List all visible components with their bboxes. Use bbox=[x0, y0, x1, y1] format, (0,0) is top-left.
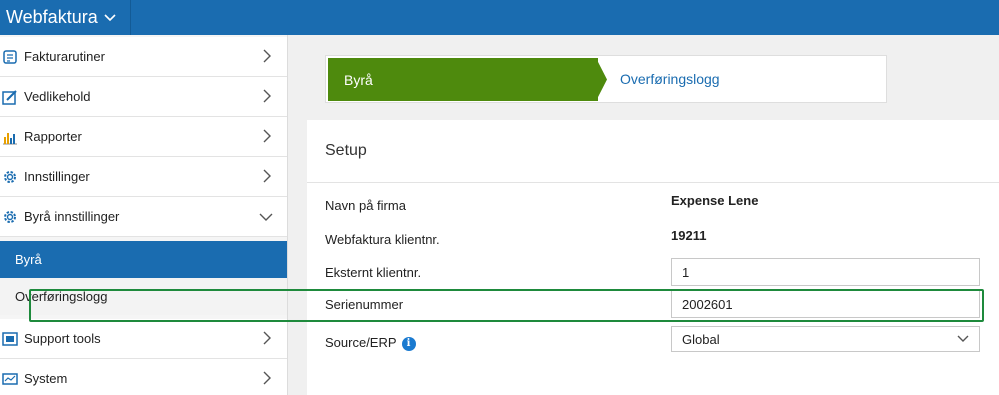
top-bar: Webfaktura bbox=[0, 0, 999, 35]
sidebar-item-label: System bbox=[24, 371, 68, 386]
panel-title: Setup bbox=[325, 142, 367, 159]
sidebar-item-byra-innstillinger[interactable]: Byrå innstillinger bbox=[0, 197, 287, 237]
chevron-down-icon bbox=[957, 335, 969, 342]
invoice-icon bbox=[2, 49, 18, 65]
label-klientnr: Webfaktura klientnr. bbox=[325, 232, 440, 247]
gear-icon bbox=[2, 209, 18, 225]
sidebar: Fakturarutiner Vedlikehold Rapporter Inn… bbox=[0, 35, 288, 395]
chevron-right-icon bbox=[263, 49, 271, 63]
chevron-right-icon bbox=[263, 169, 271, 183]
value-firma: Expense Lene bbox=[671, 193, 759, 208]
wizard-step-label: Byrå bbox=[344, 71, 373, 88]
sidebar-item-label: Vedlikehold bbox=[24, 89, 91, 104]
sidebar-item-support-tools[interactable]: Support tools bbox=[0, 319, 287, 359]
sidebar-item-label: Byrå innstillinger bbox=[24, 209, 120, 224]
app-title: Webfaktura bbox=[6, 7, 98, 27]
chevron-right-icon bbox=[263, 89, 271, 103]
main-content: Byrå Overføringslogg Setup Navn på firma… bbox=[289, 35, 999, 395]
support-icon bbox=[2, 331, 18, 347]
chevron-down-icon bbox=[104, 12, 116, 24]
sidebar-item-label: Rapporter bbox=[24, 129, 82, 144]
sidebar-item-label: Support tools bbox=[24, 331, 101, 346]
highlight-box bbox=[29, 289, 984, 322]
sidebar-item-label: Innstillinger bbox=[24, 169, 90, 184]
setup-panel: Setup Navn på firma Expense Lene Webfakt… bbox=[307, 120, 999, 395]
wizard-step-byra[interactable]: Byrå bbox=[328, 58, 598, 101]
sidebar-item-innstillinger[interactable]: Innstillinger bbox=[0, 157, 287, 197]
wizard-step-overforingslogg[interactable]: Overføringslogg bbox=[620, 56, 720, 102]
sidebar-subitem-label: Byrå bbox=[15, 252, 42, 267]
sidebar-subitem-byra[interactable]: Byrå bbox=[0, 241, 287, 278]
wizard-step-label: Overføringslogg bbox=[620, 71, 720, 87]
chevron-down-icon bbox=[259, 213, 273, 221]
label-source-erp: Source/ERP i bbox=[325, 335, 416, 351]
chevron-right-icon bbox=[263, 331, 271, 345]
source-erp-label: Source/ERP bbox=[325, 335, 397, 350]
info-icon[interactable]: i bbox=[401, 336, 416, 351]
edit-icon bbox=[2, 89, 18, 105]
chevron-right-icon bbox=[263, 129, 271, 143]
monitor-icon bbox=[2, 371, 18, 387]
sidebar-item-vedlikehold[interactable]: Vedlikehold bbox=[0, 77, 287, 117]
wizard-step-arrow bbox=[596, 58, 607, 101]
label-firma: Navn på firma bbox=[325, 198, 406, 213]
chevron-right-icon bbox=[263, 371, 271, 385]
label-eksternt-klientnr: Eksternt klientnr. bbox=[325, 265, 422, 280]
sidebar-item-fakturarutiner[interactable]: Fakturarutiner bbox=[0, 37, 287, 77]
divider bbox=[307, 182, 999, 183]
bar-chart-icon bbox=[2, 129, 18, 145]
gear-icon bbox=[2, 169, 18, 185]
wizard-steps: Byrå Overføringslogg bbox=[325, 55, 887, 103]
sidebar-item-system[interactable]: System bbox=[0, 359, 287, 395]
source-erp-select[interactable]: Global bbox=[671, 326, 980, 352]
source-erp-selected: Global bbox=[682, 331, 720, 347]
value-klientnr: 19211 bbox=[671, 228, 707, 243]
eksternt-klientnr-input[interactable] bbox=[671, 258, 980, 286]
app-switcher[interactable]: Webfaktura bbox=[0, 0, 131, 35]
sidebar-item-rapporter[interactable]: Rapporter bbox=[0, 117, 287, 157]
sidebar-item-label: Fakturarutiner bbox=[24, 49, 105, 64]
